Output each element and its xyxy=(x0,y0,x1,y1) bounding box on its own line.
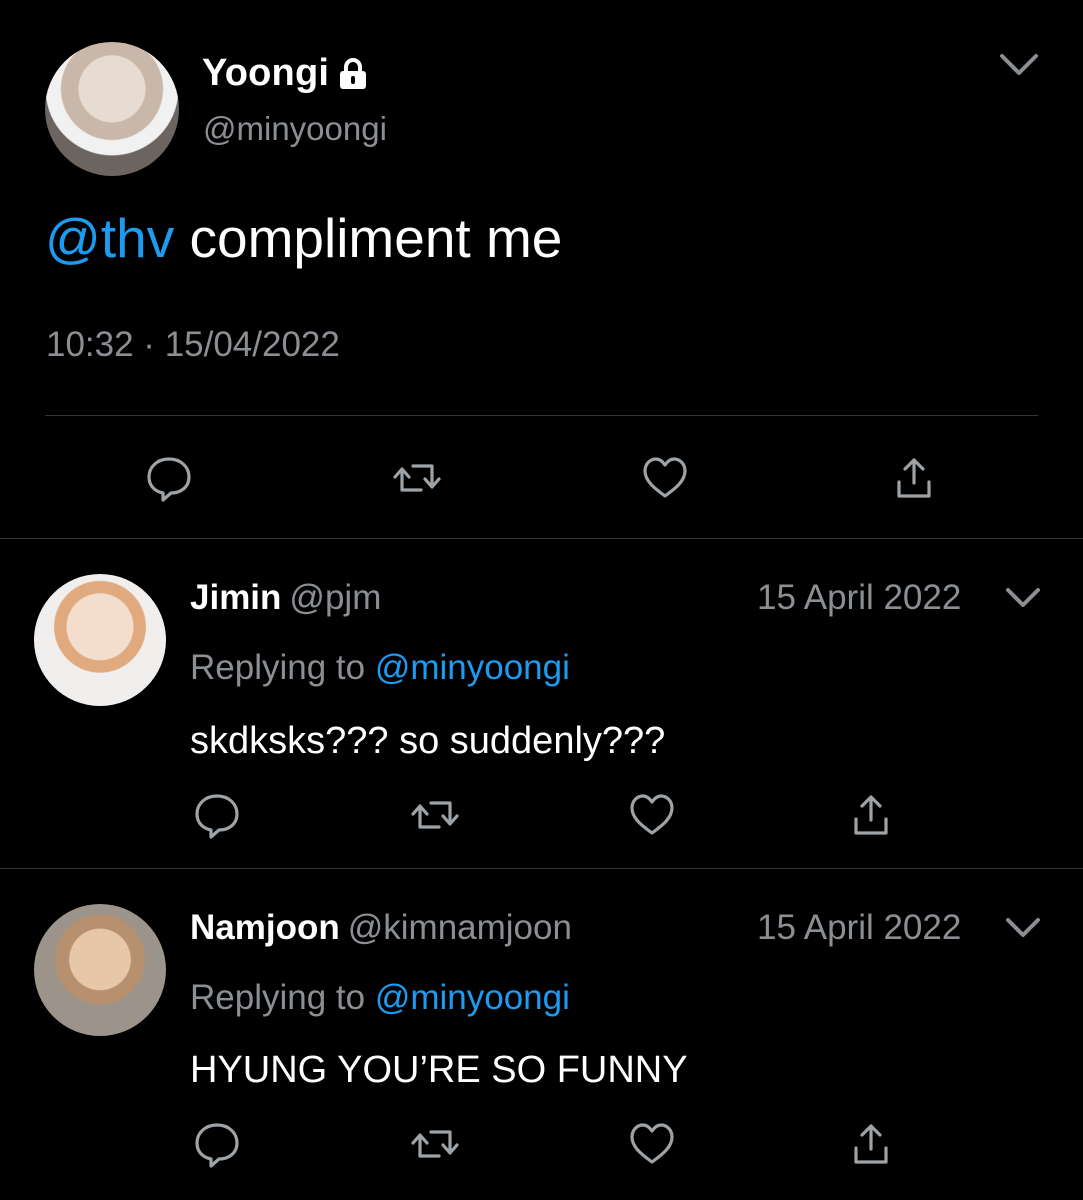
mention-link[interactable]: @thv xyxy=(45,207,174,269)
reply-author[interactable]: Namjoon @kimnamjoon xyxy=(190,908,572,948)
like-button[interactable] xyxy=(635,448,695,508)
like-icon xyxy=(643,457,687,498)
retweet-icon xyxy=(411,801,459,829)
replying-to-label: Replying to xyxy=(190,978,375,1017)
avatar[interactable] xyxy=(34,574,166,706)
divider xyxy=(0,868,1083,869)
avatar[interactable] xyxy=(45,42,179,176)
like-button[interactable] xyxy=(622,785,682,845)
like-button[interactable] xyxy=(622,1114,682,1174)
tweet-text: @thv compliment me xyxy=(45,205,562,271)
share-button[interactable] xyxy=(884,448,944,508)
share-icon xyxy=(854,1124,888,1164)
chevron-down-icon[interactable] xyxy=(1003,913,1043,943)
tweet-body: compliment me xyxy=(174,207,563,269)
reply-icon xyxy=(195,794,239,839)
divider xyxy=(0,538,1083,539)
share-button[interactable] xyxy=(841,1114,901,1174)
reply-date[interactable]: 15 April 2022 xyxy=(757,908,961,948)
divider xyxy=(45,415,1038,416)
like-icon xyxy=(630,1123,674,1164)
reply-button[interactable] xyxy=(187,1114,247,1174)
reply-icon xyxy=(195,1123,239,1168)
reply-author-name[interactable]: Namjoon xyxy=(190,908,340,947)
reply-author-handle[interactable]: @kimnamjoon xyxy=(348,908,572,947)
reply-button[interactable] xyxy=(187,785,247,845)
replying-to-label: Replying to xyxy=(190,648,375,687)
tweet-timestamp[interactable]: 10:32 · 15/04/2022 xyxy=(46,325,340,365)
main-tweet: Yoongi @minyoongi @thv compliment me 10:… xyxy=(0,0,1083,538)
author-name-row[interactable]: Yoongi xyxy=(202,52,369,95)
chevron-down-icon[interactable] xyxy=(995,48,1043,82)
share-button[interactable] xyxy=(841,785,901,845)
retweet-button[interactable] xyxy=(405,785,465,845)
share-icon xyxy=(897,458,931,498)
like-icon xyxy=(630,794,674,835)
replying-to: Replying to @minyoongi xyxy=(190,978,570,1018)
retweet-icon xyxy=(411,1130,459,1158)
retweet-icon xyxy=(393,464,441,492)
share-icon xyxy=(854,795,888,835)
replying-to: Replying to @minyoongi xyxy=(190,648,570,688)
mention-link[interactable]: @minyoongi xyxy=(375,648,570,687)
reply-text: HYUNG YOU’RE SO FUNNY xyxy=(190,1049,688,1091)
avatar[interactable] xyxy=(34,904,166,1036)
lock-icon xyxy=(340,57,367,89)
reply-author-handle[interactable]: @pjm xyxy=(289,578,381,617)
reply-button[interactable] xyxy=(139,448,199,508)
reply-date[interactable]: 15 April 2022 xyxy=(757,578,961,618)
retweet-button[interactable] xyxy=(387,448,447,508)
reply-icon xyxy=(147,457,191,502)
author-handle[interactable]: @minyoongi xyxy=(203,110,387,148)
chevron-down-icon[interactable] xyxy=(1003,583,1043,613)
author-name[interactable]: Yoongi xyxy=(202,52,329,95)
reply-author-name[interactable]: Jimin xyxy=(190,578,281,617)
mention-link[interactable]: @minyoongi xyxy=(375,978,570,1017)
reply-author[interactable]: Jimin @pjm xyxy=(190,578,381,618)
reply-text: skdksks??? so suddenly??? xyxy=(190,720,666,762)
retweet-button[interactable] xyxy=(405,1114,465,1174)
